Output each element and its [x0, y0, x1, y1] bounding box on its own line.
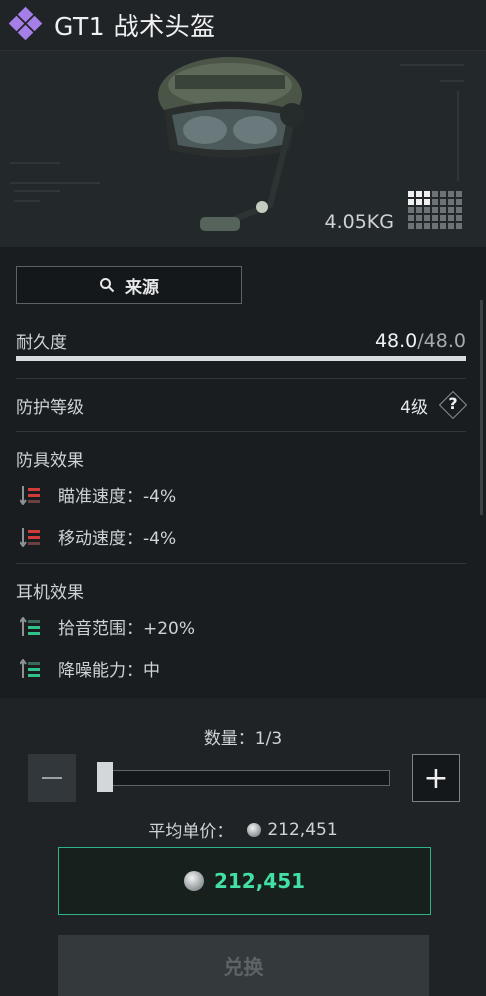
source-button-label: 来源: [125, 277, 159, 298]
protection-value: 4级: [400, 397, 428, 418]
armor-effects-title: 防具效果: [16, 451, 84, 471]
headset-effect-text: 拾音范围：+20%: [58, 619, 196, 639]
debuff-red-icon: [20, 485, 40, 505]
durability-current: 48.0: [374, 329, 418, 352]
exchange-button[interactable]: 兑换: [58, 935, 429, 996]
divider: [16, 378, 466, 379]
armor-effect-item: 移动速度：-4%: [20, 524, 176, 549]
average-price-row: 平均单价： 212,451: [0, 817, 486, 843]
buff-green-icon: [20, 658, 40, 678]
search-icon: [100, 278, 115, 293]
quantity-slider-thumb[interactable]: [97, 762, 113, 792]
minus-icon: [42, 777, 62, 779]
armor-effect-item: 瞄准速度：-4%: [20, 482, 176, 507]
item-header: GT1 战术头盔: [0, 0, 486, 51]
source-button[interactable]: 来源: [16, 266, 242, 304]
help-icon-glyph: ?: [448, 394, 458, 413]
coin-icon: [247, 822, 262, 837]
average-price-label: 平均单价：: [148, 822, 234, 842]
average-price-value: 212,451: [267, 819, 338, 840]
help-icon[interactable]: ?: [440, 392, 466, 418]
divider: [16, 563, 466, 564]
protection-row: 防护等级 4级 ?: [16, 392, 466, 418]
headset-effect-item: 拾音范围：+20%: [20, 614, 195, 639]
divider: [16, 431, 466, 432]
durability-label: 耐久度: [16, 333, 67, 353]
durability-bar: [16, 356, 466, 361]
debuff-red-icon: [20, 527, 40, 547]
coin-icon: [183, 871, 204, 891]
item-title: GT1 战术头盔: [54, 12, 216, 41]
scrollbar[interactable]: [480, 300, 483, 515]
decrease-quantity-button[interactable]: [28, 754, 76, 802]
headset-effect-text: 降噪能力：中: [58, 661, 160, 681]
item-preview: 4.05KG: [0, 51, 486, 247]
durability-row: 耐久度 48.0/48.0: [16, 328, 466, 354]
quantity-label: 数量：1/3: [203, 729, 283, 749]
increase-quantity-button[interactable]: +: [412, 754, 460, 802]
plus-icon: +: [423, 760, 449, 796]
armor-effect-text: 瞄准速度：-4%: [58, 487, 177, 507]
total-price-value: 212,451: [213, 869, 306, 893]
rarity-diamond-icon: [6, 5, 46, 45]
durability-value: 48.0/48.0: [375, 330, 466, 352]
buff-green-icon: [20, 616, 40, 636]
quantity-slider[interactable]: [98, 770, 390, 786]
protection-label: 防护等级: [16, 397, 84, 418]
headset-effects-title: 耳机效果: [16, 583, 84, 603]
inventory-size-grid-icon: [408, 191, 462, 229]
helmet-image: [158, 57, 304, 231]
total-price-box: 212,451: [58, 847, 431, 915]
item-weight: 4.05KG: [324, 211, 395, 233]
headset-effect-item: 降噪能力：中: [20, 656, 160, 681]
durability-bar-fill: [16, 356, 466, 361]
armor-effect-text: 移动速度：-4%: [58, 529, 177, 549]
durability-max: /48.0: [417, 329, 466, 352]
